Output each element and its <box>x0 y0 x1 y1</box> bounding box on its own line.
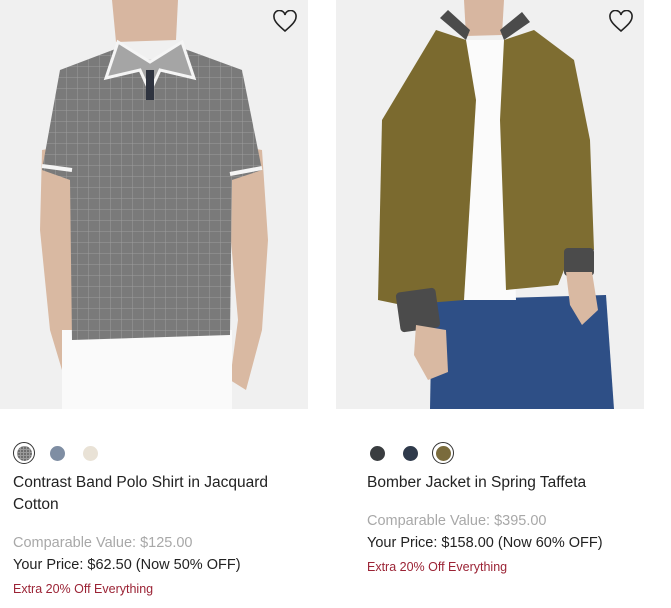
swatch-gray-jacquard[interactable] <box>13 442 35 464</box>
swatch-charcoal[interactable] <box>366 442 388 464</box>
polo-shirt-photo <box>0 0 308 409</box>
swatch-blue-gray[interactable] <box>46 442 68 464</box>
product-card-bomber: Bomber Jacket in Spring Taffeta Comparab… <box>336 0 644 574</box>
your-price: Your Price: $62.50 (Now 50% OFF) <box>13 557 241 573</box>
product-name[interactable]: Bomber Jacket in Spring Taffeta <box>367 472 657 494</box>
swatch-olive[interactable] <box>432 442 454 464</box>
your-price: Your Price: $158.00 (Now 60% OFF) <box>367 535 603 551</box>
swatch-cream[interactable] <box>79 442 101 464</box>
comparable-value: Comparable Value: $395.00 <box>367 513 547 529</box>
product-image-bomber[interactable] <box>336 0 644 409</box>
comparable-value: Comparable Value: $125.00 <box>13 535 193 551</box>
swatch-navy[interactable] <box>399 442 421 464</box>
promo-text: Extra 20% Off Everything <box>13 582 154 596</box>
wishlist-heart-icon[interactable] <box>608 10 634 34</box>
product-name[interactable]: Contrast Band Polo Shirt in Jacquard Cot… <box>13 472 303 516</box>
bomber-jacket-photo <box>336 0 644 409</box>
color-swatches <box>13 441 112 465</box>
promo-text: Extra 20% Off Everything <box>367 560 508 574</box>
color-swatches <box>366 441 465 465</box>
product-card-polo: Contrast Band Polo Shirt in Jacquard Cot… <box>0 0 308 596</box>
wishlist-heart-icon[interactable] <box>272 10 298 34</box>
product-image-polo[interactable] <box>0 0 308 409</box>
